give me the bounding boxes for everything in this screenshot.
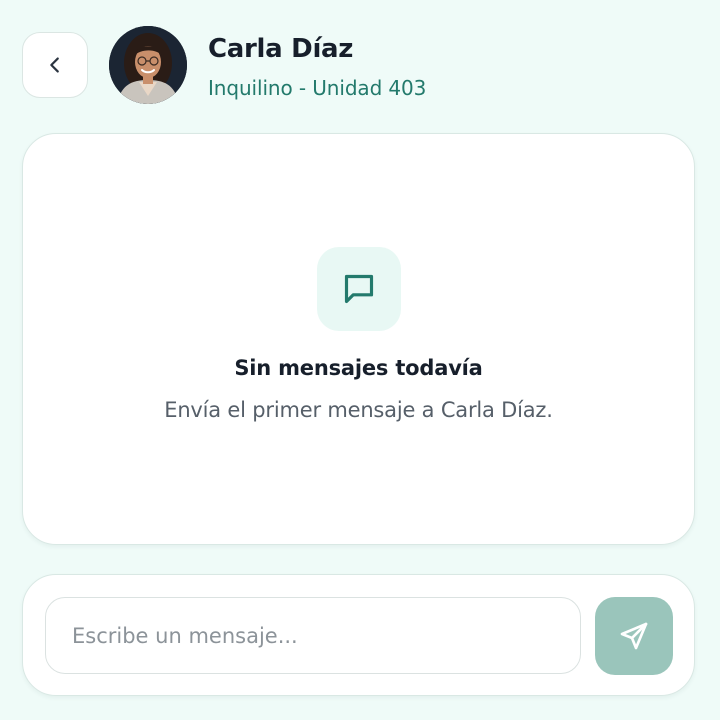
- send-icon: [620, 622, 648, 650]
- contact-role: Inquilino - Unidad 403: [208, 76, 427, 100]
- contact-name: Carla Díaz: [208, 34, 354, 64]
- messages-panel: Sin mensajes todavía Envía el primer men…: [22, 133, 695, 545]
- empty-state-subtitle: Envía el primer mensaje a Carla Díaz.: [164, 398, 553, 422]
- message-square-icon: [344, 274, 374, 304]
- empty-state-icon-box: [317, 247, 401, 331]
- avatar: [109, 26, 187, 104]
- chat-screen: Carla Díaz Inquilino - Unidad 403 Sin me…: [0, 0, 720, 720]
- empty-state-title: Sin mensajes todavía: [234, 356, 483, 380]
- message-composer: [22, 574, 695, 696]
- back-button[interactable]: [22, 32, 88, 98]
- message-input[interactable]: [45, 597, 581, 674]
- chevron-left-icon: [50, 57, 59, 73]
- send-button[interactable]: [595, 597, 673, 675]
